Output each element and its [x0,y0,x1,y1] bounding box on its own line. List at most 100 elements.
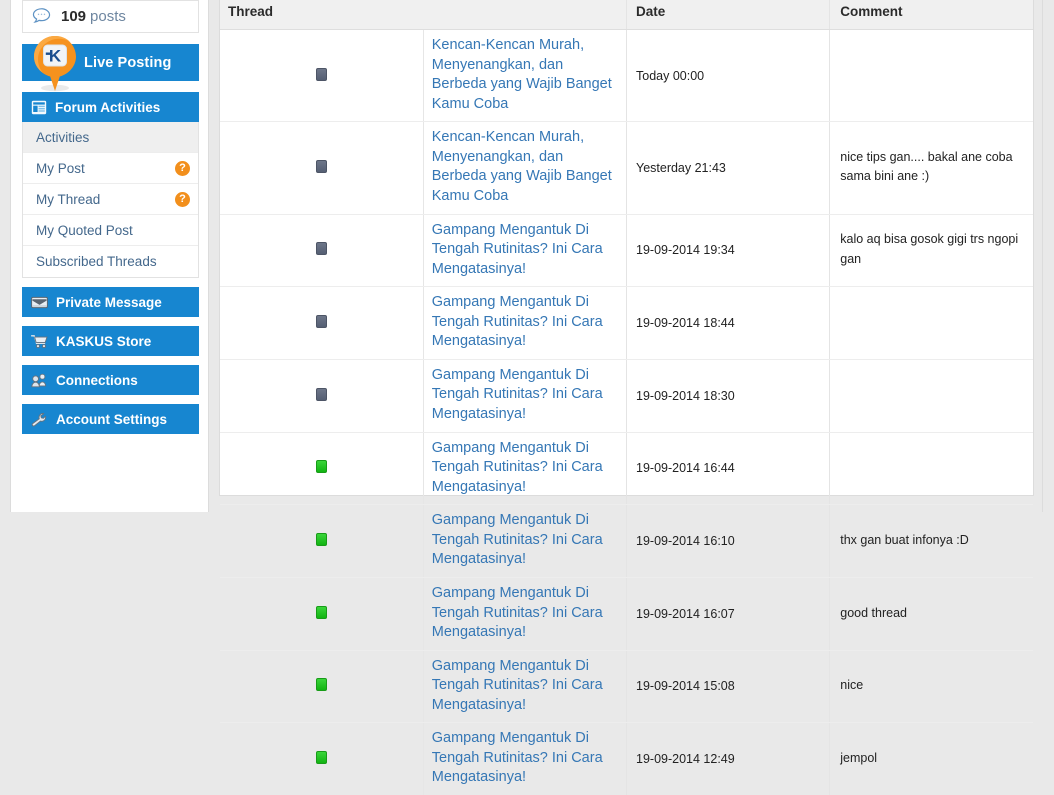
row-status-cell [220,577,423,650]
post-count-label: posts [90,8,126,25]
table-row[interactable]: Gampang Mengantuk Di Tengah Rutinitas? I… [220,214,1033,287]
thread-link[interactable]: Gampang Mengantuk Di Tengah Rutinitas? I… [432,657,614,716]
table-row[interactable]: Gampang Mengantuk Di Tengah Rutinitas? I… [220,359,1033,432]
row-thread-cell: Kencan-Kencan Murah, Menyenangkan, dan B… [423,30,626,122]
sidebar-button-connections[interactable]: Connections [22,365,199,395]
row-thread-cell: Gampang Mengantuk Di Tengah Rutinitas? I… [423,287,626,360]
row-date-cell: 19-09-2014 19:34 [627,214,830,287]
thread-link[interactable]: Gampang Mengantuk Di Tengah Rutinitas? I… [432,729,614,788]
activities-panel: Thread Date Comment Kencan-Kencan Murah,… [219,0,1034,496]
row-status-cell [220,214,423,287]
row-thread-cell: Gampang Mengantuk Di Tengah Rutinitas? I… [423,359,626,432]
row-status-cell [220,505,423,578]
svg-text:K: K [49,47,62,66]
thread-status-icon [316,751,327,764]
table-body: Kencan-Kencan Murah, Menyenangkan, dan B… [220,30,1033,795]
thread-link[interactable]: Gampang Mengantuk Di Tengah Rutinitas? I… [432,293,614,352]
table-row[interactable]: Gampang Mengantuk Di Tengah Rutinitas? I… [220,505,1033,578]
table-row[interactable]: Gampang Mengantuk Di Tengah Rutinitas? I… [220,723,1033,795]
connections-icon [31,373,48,388]
post-count-value: 109 [61,8,86,25]
thread-link[interactable]: Kencan-Kencan Murah, Menyenangkan, dan B… [432,128,614,206]
table-row[interactable]: Kencan-Kencan Murah, Menyenangkan, dan B… [220,122,1033,214]
forum-activities-title: Forum Activities [55,100,160,115]
table-row[interactable]: Gampang Mengantuk Di Tengah Rutinitas? I… [220,287,1033,360]
row-comment-cell [830,287,1033,360]
live-posting-label: Live Posting [84,55,171,71]
forum-activities-icon [31,100,47,115]
threads-table: Thread Date Comment Kencan-Kencan Murah,… [220,0,1033,795]
speech-bubble-icon [31,6,52,27]
thread-link[interactable]: Kencan-Kencan Murah, Menyenangkan, dan B… [432,36,614,114]
row-date-cell: 19-09-2014 16:10 [627,505,830,578]
sidebar-button-label: Account Settings [56,412,167,427]
sidebar-item-label: My Post [36,161,85,176]
sidebar-button-private-message[interactable]: Private Message [22,287,199,317]
sidebar-item-label: My Thread [36,192,100,207]
sidebar-item-my-quoted-post[interactable]: My Quoted Post [23,215,198,246]
thread-status-icon [316,68,327,81]
forum-activities-menu: Forum Activities Activities My Post ? My… [22,92,199,278]
thread-link[interactable]: Gampang Mengantuk Di Tengah Rutinitas? I… [432,511,614,570]
row-date-cell: Today 00:00 [627,30,830,122]
row-date-cell: 19-09-2014 16:44 [627,432,830,505]
row-status-cell [220,723,423,795]
row-comment-cell [830,30,1033,122]
thread-status-icon [316,606,327,619]
thread-status-icon [316,388,327,401]
sidebar-item-my-thread[interactable]: My Thread ? [23,184,198,215]
row-thread-cell: Gampang Mengantuk Di Tengah Rutinitas? I… [423,214,626,287]
thread-link[interactable]: Gampang Mengantuk Di Tengah Rutinitas? I… [432,439,614,498]
sidebar-item-label: Subscribed Threads [36,254,157,269]
column-header-comment[interactable]: Comment [830,0,1033,30]
thread-status-icon [316,678,327,691]
help-question-icon[interactable]: ? [175,192,190,207]
sidebar: 109 posts K Live Posting [10,0,209,512]
row-date-cell: 19-09-2014 16:07 [627,577,830,650]
row-comment-cell: nice tips gan.... bakal ane coba sama bi… [830,122,1033,214]
row-status-cell [220,287,423,360]
sidebar-button-label: Private Message [56,295,162,310]
row-comment-cell: nice [830,650,1033,723]
column-header-thread[interactable]: Thread [220,0,627,30]
row-status-cell [220,30,423,122]
sidebar-button-kaskus-store[interactable]: KASKUS Store [22,326,199,356]
table-row[interactable]: Gampang Mengantuk Di Tengah Rutinitas? I… [220,577,1033,650]
sidebar-item-subscribed-threads[interactable]: Subscribed Threads [23,246,198,277]
table-row[interactable]: Gampang Mengantuk Di Tengah Rutinitas? I… [220,650,1033,723]
row-date-cell: 19-09-2014 15:08 [627,650,830,723]
row-date-cell: 19-09-2014 18:44 [627,287,830,360]
thread-status-icon [316,533,327,546]
row-thread-cell: Gampang Mengantuk Di Tengah Rutinitas? I… [423,505,626,578]
live-posting-button[interactable]: K Live Posting [22,44,199,81]
thread-link[interactable]: Gampang Mengantuk Di Tengah Rutinitas? I… [432,584,614,643]
row-thread-cell: Kencan-Kencan Murah, Menyenangkan, dan B… [423,122,626,214]
row-comment-cell: jempol [830,723,1033,795]
row-date-cell: 19-09-2014 12:49 [627,723,830,795]
column-header-date[interactable]: Date [627,0,830,30]
sidebar-button-label: Connections [56,373,138,388]
sidebar-item-activities[interactable]: Activities [23,122,198,153]
row-comment-cell: thx gan buat infonya :D [830,505,1033,578]
table-row[interactable]: Kencan-Kencan Murah, Menyenangkan, dan B… [220,30,1033,122]
row-status-cell [220,359,423,432]
help-question-icon[interactable]: ? [175,161,190,176]
row-comment-cell [830,359,1033,432]
sidebar-button-account-settings[interactable]: Account Settings [22,404,199,434]
row-comment-cell [830,432,1033,505]
thread-link[interactable]: Gampang Mengantuk Di Tengah Rutinitas? I… [432,366,614,425]
thread-status-icon [316,315,327,328]
row-status-cell [220,122,423,214]
row-status-cell [220,650,423,723]
thread-link[interactable]: Gampang Mengantuk Di Tengah Rutinitas? I… [432,221,614,280]
page-root: 109 posts K Live Posting [0,0,1054,512]
thread-status-icon [316,242,327,255]
row-status-cell [220,432,423,505]
envelope-icon [31,295,48,310]
sidebar-item-my-post[interactable]: My Post ? [23,153,198,184]
row-thread-cell: Gampang Mengantuk Di Tengah Rutinitas? I… [423,723,626,795]
row-thread-cell: Gampang Mengantuk Di Tengah Rutinitas? I… [423,577,626,650]
sidebar-item-label: Activities [36,130,89,145]
sidebar-button-label: KASKUS Store [56,334,151,349]
table-row[interactable]: Gampang Mengantuk Di Tengah Rutinitas? I… [220,432,1033,505]
